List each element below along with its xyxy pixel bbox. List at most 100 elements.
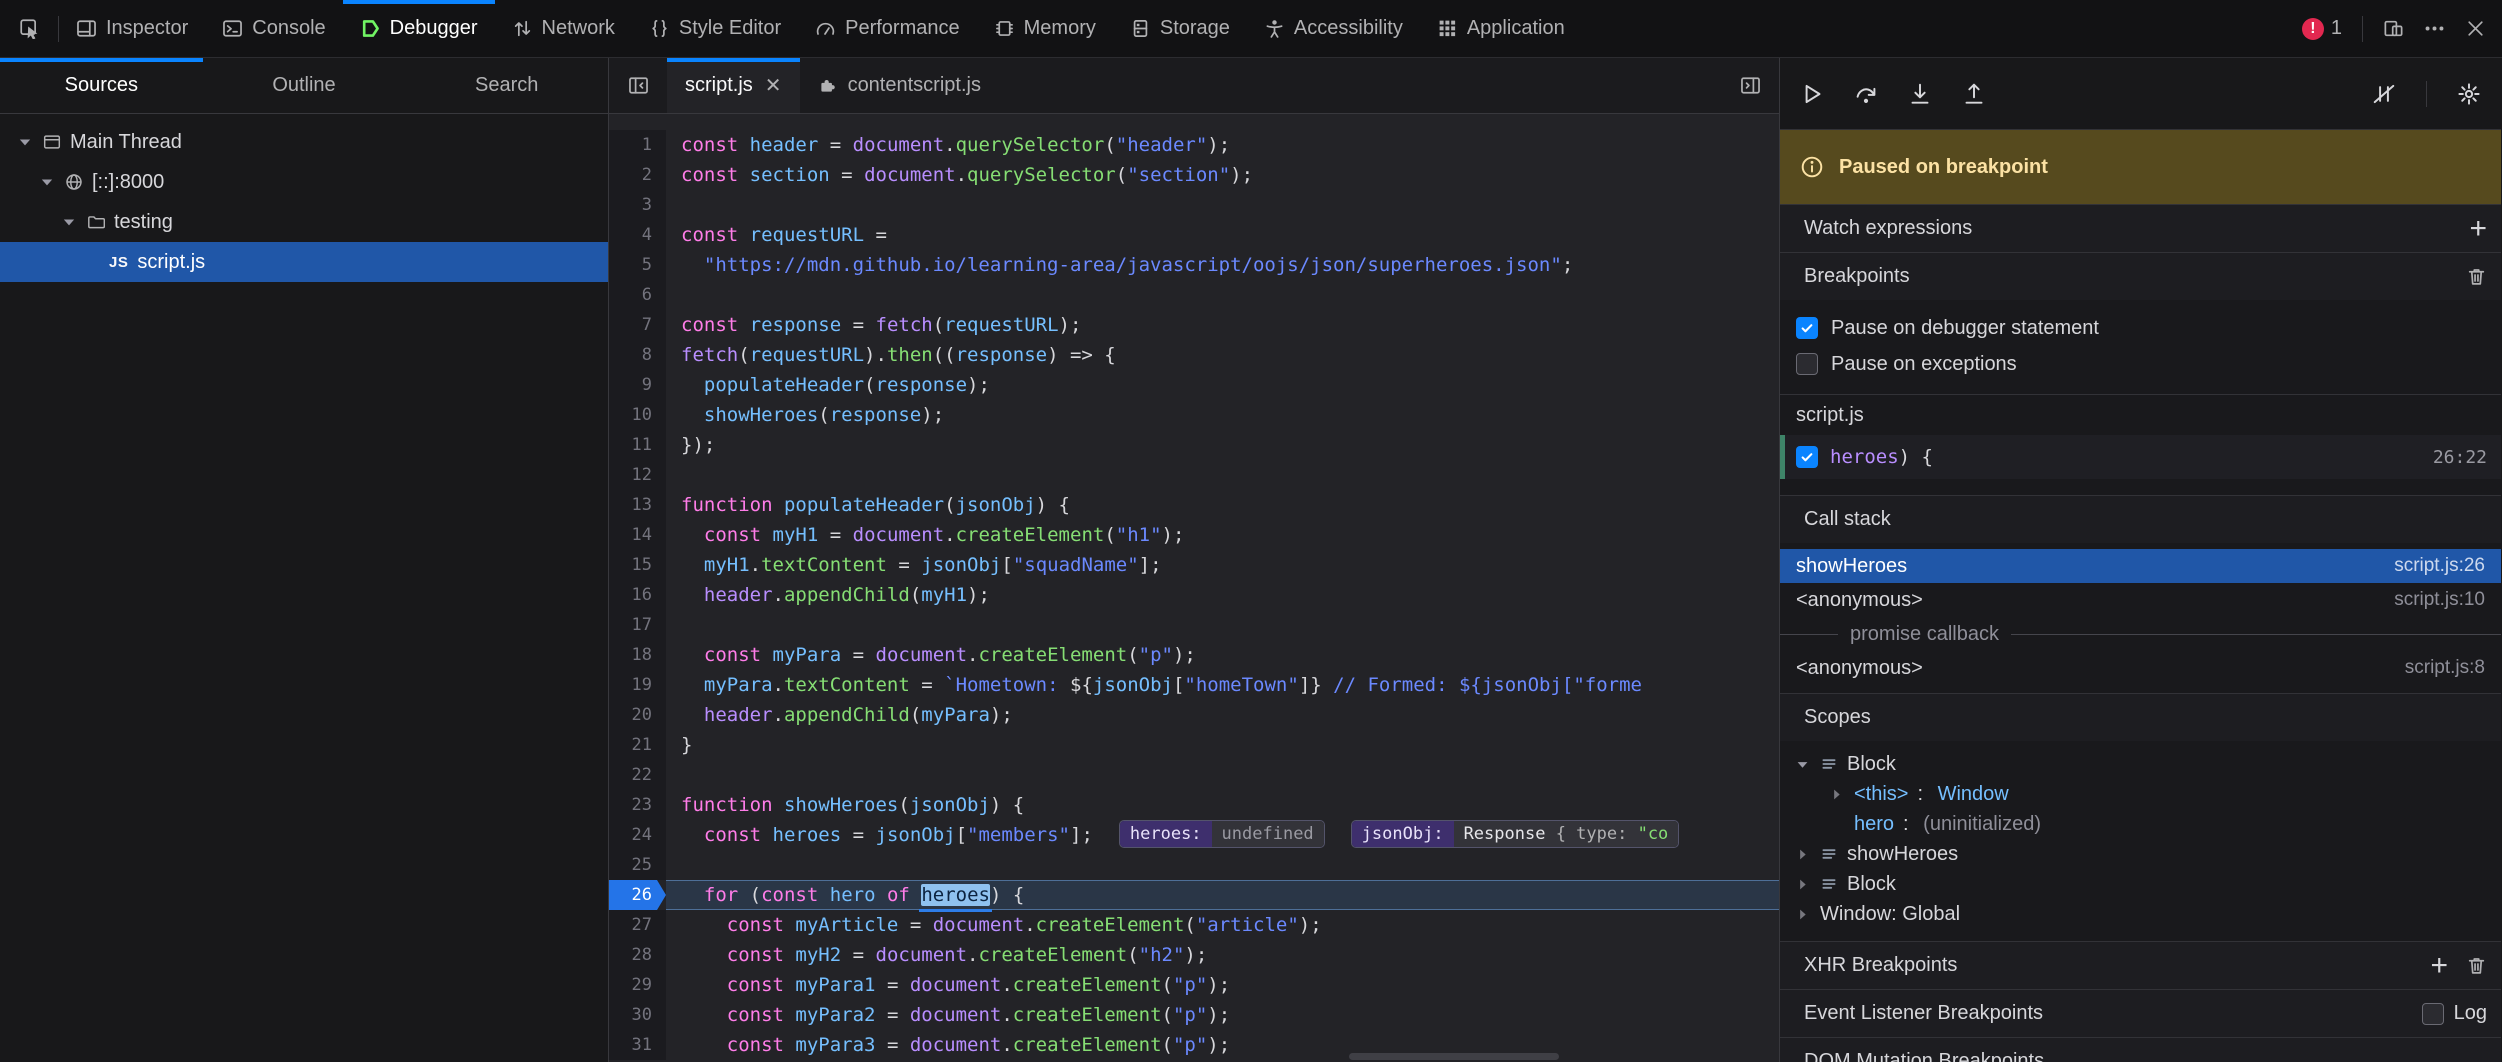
- line-number[interactable]: 13: [609, 490, 666, 520]
- responsive-design-icon[interactable]: [2383, 18, 2404, 39]
- line-number[interactable]: 17: [609, 610, 666, 640]
- tab-storage[interactable]: Storage: [1113, 0, 1247, 57]
- add-xhr-breakpoint-button[interactable]: +: [2430, 951, 2448, 981]
- close-devtools-icon[interactable]: [2465, 18, 2486, 39]
- panel-toggle-button[interactable]: [1721, 58, 1779, 113]
- pick-element-button[interactable]: [0, 0, 58, 57]
- line-number[interactable]: 1: [609, 130, 666, 160]
- tab-debugger[interactable]: Debugger: [343, 0, 495, 57]
- horizontal-scrollbar[interactable]: [1349, 1053, 1559, 1060]
- chevron-down-icon: [1794, 756, 1811, 773]
- line-number[interactable]: 7: [609, 310, 666, 340]
- line-number[interactable]: 22: [609, 760, 666, 790]
- tree-item-main-thread[interactable]: Main Thread: [0, 122, 608, 162]
- stack-frame[interactable]: <anonymous>script.js:10: [1780, 583, 2501, 617]
- add-watch-expression-button[interactable]: +: [2469, 214, 2487, 244]
- scope-row[interactable]: hero: (uninitialized): [1780, 809, 2501, 839]
- breakpoint-option[interactable]: Pause on exceptions: [1780, 346, 2501, 382]
- step-over-icon[interactable]: [1854, 82, 1878, 106]
- line-number[interactable]: 12: [609, 460, 666, 490]
- checkbox-checked[interactable]: [1796, 317, 1818, 339]
- scope-row[interactable]: Block: [1780, 749, 2501, 779]
- code-token: heroes: [1830, 446, 1899, 468]
- tab-network[interactable]: Network: [495, 0, 632, 57]
- dom-mutation-breakpoints-header[interactable]: DOM Mutation Breakpoints: [1780, 1037, 2501, 1062]
- code-line-content: [666, 460, 1779, 490]
- line-number[interactable]: 23: [609, 790, 666, 820]
- sidebar-tab-sources[interactable]: Sources: [0, 58, 203, 113]
- resume-button-icon[interactable]: [1800, 82, 1824, 106]
- tree-item-script-js[interactable]: JSscript.js: [0, 242, 608, 282]
- code-token: [681, 644, 704, 666]
- line-number[interactable]: 10: [609, 400, 666, 430]
- scopes-header[interactable]: Scopes: [1780, 693, 2501, 741]
- checkbox-unchecked[interactable]: [1796, 353, 1818, 375]
- error-count-badge[interactable]: ! 1: [2302, 17, 2342, 40]
- line-number[interactable]: 2: [609, 160, 666, 190]
- line-number[interactable]: 8: [609, 340, 666, 370]
- editor-tab-script-js[interactable]: script.js✕: [667, 58, 800, 113]
- sidebar-tab-outline[interactable]: Outline: [203, 58, 406, 113]
- breakpoints-header[interactable]: Breakpoints: [1780, 252, 2501, 300]
- xhr-breakpoints-header[interactable]: XHR Breakpoints +: [1780, 941, 2501, 989]
- tab-console[interactable]: Console: [205, 0, 342, 57]
- code-token: [773, 494, 784, 516]
- line-number[interactable]: 6: [609, 280, 666, 310]
- line-number[interactable]: 16: [609, 580, 666, 610]
- line-number[interactable]: 19: [609, 670, 666, 700]
- line-number[interactable]: 21: [609, 730, 666, 760]
- line-number[interactable]: 5: [609, 250, 666, 280]
- breakpoint-checkbox[interactable]: [1796, 446, 1818, 468]
- tab-performance[interactable]: Performance: [798, 0, 977, 57]
- tab-accessibility[interactable]: Accessibility: [1247, 0, 1420, 57]
- line-number[interactable]: 26: [609, 880, 666, 910]
- sidebar-tab-search[interactable]: Search: [405, 58, 608, 113]
- tab-style-editor[interactable]: Style Editor: [632, 0, 798, 57]
- step-in-icon[interactable]: [1908, 82, 1932, 106]
- breakpoint-entry[interactable]: heroes) { 26:22: [1780, 435, 2501, 479]
- remove-xhr-breakpoints-icon[interactable]: [2466, 955, 2487, 976]
- line-number[interactable]: 30: [609, 1000, 666, 1030]
- close-tab-icon[interactable]: ✕: [765, 76, 782, 96]
- stack-frame[interactable]: showHeroesscript.js:26: [1780, 549, 2501, 583]
- tab-inspector[interactable]: Inspector: [59, 0, 205, 57]
- call-stack-header[interactable]: Call stack: [1780, 495, 2501, 543]
- tree-item-testing[interactable]: testing: [0, 202, 608, 242]
- stack-frame[interactable]: promise callback: [1780, 617, 2501, 651]
- line-number[interactable]: 31: [609, 1030, 666, 1060]
- disable-breakpoints-icon[interactable]: [2372, 82, 2396, 106]
- line-number[interactable]: 24: [609, 820, 666, 850]
- line-number[interactable]: 20: [609, 700, 666, 730]
- scope-row[interactable]: Block: [1780, 869, 2501, 899]
- line-number[interactable]: 4: [609, 220, 666, 250]
- meatball-menu-icon[interactable]: [2424, 18, 2445, 39]
- breakpoint-option[interactable]: Pause on debugger statement: [1780, 310, 2501, 346]
- scope-row[interactable]: <this>: Window: [1780, 779, 2501, 809]
- tree-item--8000[interactable]: [::]:8000: [0, 162, 608, 202]
- line-number[interactable]: 14: [609, 520, 666, 550]
- step-out-icon[interactable]: [1962, 82, 1986, 106]
- watch-expressions-header[interactable]: Watch expressions +: [1780, 204, 2501, 252]
- tab-memory[interactable]: Memory: [977, 0, 1113, 57]
- line-number[interactable]: 18: [609, 640, 666, 670]
- line-number[interactable]: 28: [609, 940, 666, 970]
- line-number[interactable]: 3: [609, 190, 666, 220]
- tab-application[interactable]: Application: [1420, 0, 1582, 57]
- stack-frame[interactable]: <anonymous>script.js:8: [1780, 651, 2501, 685]
- scope-row[interactable]: showHeroes: [1780, 839, 2501, 869]
- editor-tab-contentscript-js[interactable]: contentscript.js: [800, 58, 999, 113]
- sidebar-tab-label: Sources: [65, 74, 138, 97]
- log-checkbox[interactable]: [2422, 1003, 2444, 1025]
- remove-breakpoints-icon[interactable]: [2466, 266, 2487, 287]
- line-number[interactable]: 11: [609, 430, 666, 460]
- scope-row[interactable]: Window: Global: [1780, 899, 2501, 929]
- line-number[interactable]: 15: [609, 550, 666, 580]
- line-number[interactable]: 27: [609, 910, 666, 940]
- collapse-sidebar-button[interactable]: [609, 58, 667, 113]
- code-token: =: [841, 944, 875, 966]
- event-listener-breakpoints-header[interactable]: Event Listener Breakpoints Log: [1780, 989, 2501, 1037]
- debugger-settings-icon[interactable]: [2457, 82, 2481, 106]
- line-number[interactable]: 9: [609, 370, 666, 400]
- line-number[interactable]: 29: [609, 970, 666, 1000]
- line-number[interactable]: 25: [609, 850, 666, 880]
